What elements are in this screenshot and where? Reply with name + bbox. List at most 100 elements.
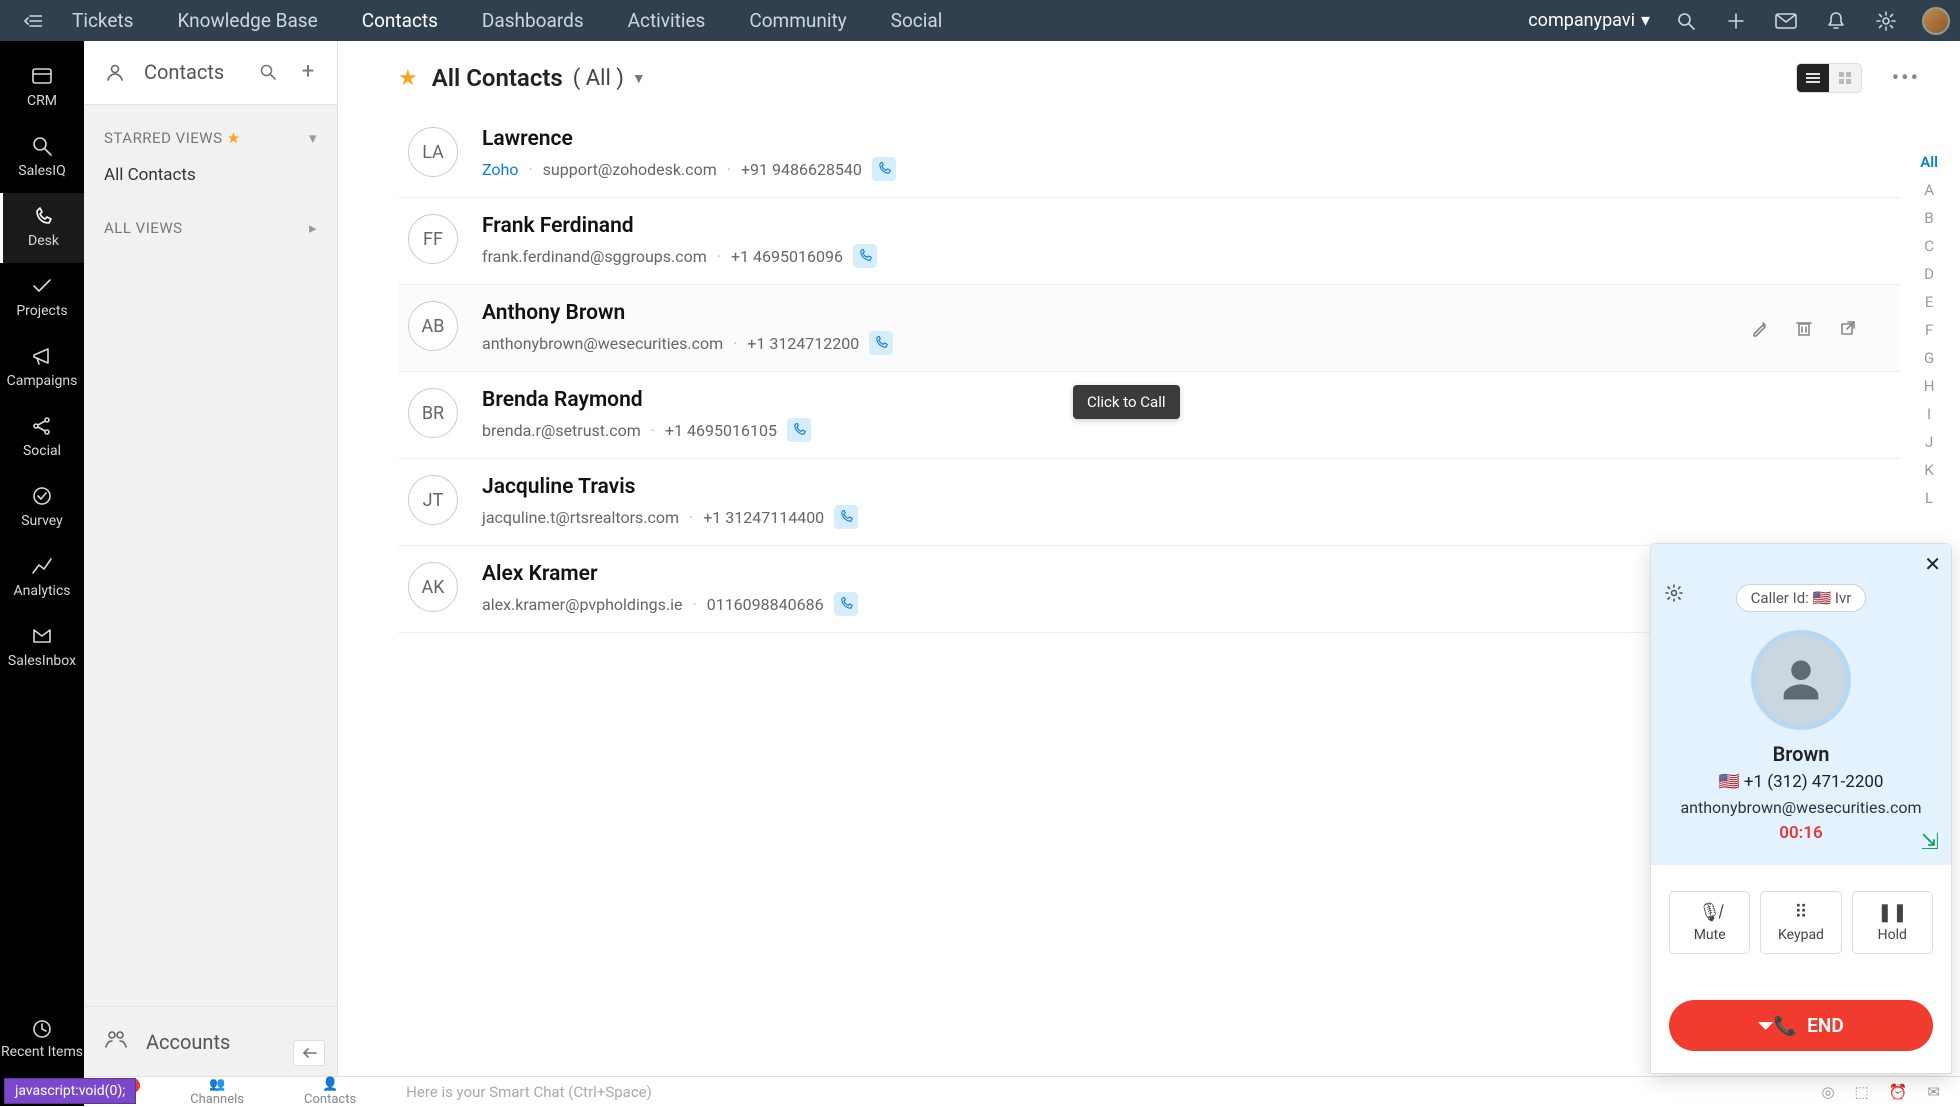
alpha-c[interactable]: C: [1920, 237, 1938, 255]
alpha-i[interactable]: I: [1920, 405, 1938, 423]
grid-view-icon[interactable]: [1829, 64, 1861, 92]
click-to-call-icon[interactable]: [869, 331, 893, 355]
search-icon[interactable]: [1672, 7, 1700, 35]
contact-name[interactable]: Lawrence: [482, 127, 896, 151]
user-avatar[interactable]: [1922, 7, 1950, 35]
contact-name[interactable]: Jacquline Travis: [482, 475, 858, 499]
alpha-l[interactable]: L: [1920, 489, 1938, 507]
alpha-e[interactable]: E: [1920, 293, 1938, 311]
contact-phone: +1 4695016096: [731, 247, 843, 266]
rail-salesinbox[interactable]: SalesInbox: [0, 613, 84, 683]
left-rail: CRM SalesIQ Desk Projects Campaigns Soci…: [0, 41, 84, 1106]
contact-row[interactable]: LA Lawrence Zoho·support@zohodesk.com·+9…: [398, 111, 1900, 198]
list-view-icon[interactable]: [1797, 64, 1829, 92]
rail-social[interactable]: Social: [0, 403, 84, 473]
smart-chat-input[interactable]: Here is your Smart Chat (Ctrl+Space): [386, 1083, 1821, 1101]
call-popup: ✕ Caller Id: 🇺🇸 Ivr Brown 🇺🇸 +1 (312) 47…: [1650, 543, 1952, 1074]
call-close-icon[interactable]: ✕: [1924, 552, 1941, 576]
click-to-call-icon[interactable]: [834, 505, 858, 529]
click-to-call-icon[interactable]: [872, 157, 896, 181]
call-email: anthonybrown@wesecurities.com: [1669, 798, 1933, 817]
rail-desk[interactable]: Desk: [0, 193, 84, 263]
gear-icon[interactable]: [1872, 7, 1900, 35]
topnav-tabs: Tickets Knowledge Base Contacts Dashboar…: [72, 9, 942, 32]
alpha-f[interactable]: F: [1920, 321, 1938, 339]
contact-phone: 0116098840686: [707, 595, 824, 614]
topbar-user[interactable]: companypavi ▾: [1528, 10, 1650, 31]
chatbar-mail-icon[interactable]: ✉: [1927, 1083, 1940, 1101]
tooltip-click-to-call: Click to Call: [1073, 385, 1180, 419]
alpha-g[interactable]: G: [1920, 349, 1938, 367]
chevron-right-icon: ▸: [309, 219, 317, 237]
click-to-call-icon[interactable]: [834, 592, 858, 616]
tab-dashboards[interactable]: Dashboards: [482, 9, 584, 32]
filter-dropdown-icon[interactable]: ▼: [632, 70, 646, 87]
sidebar-all-views[interactable]: ALL VIEWS ▸: [84, 195, 337, 245]
alpha-j[interactable]: J: [1920, 433, 1938, 451]
contact-email: frank.ferdinand@sggroups.com: [482, 247, 707, 266]
tab-knowledgebase[interactable]: Knowledge Base: [177, 9, 317, 32]
add-icon[interactable]: [1722, 7, 1750, 35]
chatbar-clock-icon[interactable]: ⏰: [1889, 1083, 1908, 1101]
alpha-k[interactable]: K: [1920, 461, 1938, 479]
sidebar-search-icon[interactable]: [257, 64, 279, 80]
call-phone: 🇺🇸 +1 (312) 471-2200: [1669, 772, 1933, 792]
delete-icon[interactable]: [1792, 316, 1816, 340]
edit-icon[interactable]: [1748, 316, 1772, 340]
call-keypad-button[interactable]: ⠿Keypad: [1760, 891, 1841, 954]
alpha-all[interactable]: All: [1920, 153, 1938, 171]
topbar-collapse-icon[interactable]: [18, 6, 48, 36]
bell-icon[interactable]: [1822, 7, 1850, 35]
call-settings-icon[interactable]: [1665, 584, 1683, 607]
alpha-h[interactable]: H: [1920, 377, 1938, 395]
sidebar-head-label: Contacts: [144, 60, 239, 84]
contact-name[interactable]: Brenda Raymond: [482, 388, 811, 412]
chatbar-coin-icon[interactable]: ◎: [1821, 1083, 1834, 1101]
contact-avatar: AK: [408, 562, 458, 612]
contact-row[interactable]: FF Frank Ferdinand frank.ferdinand@sggro…: [398, 198, 1900, 285]
topbar-user-label: companypavi: [1528, 10, 1635, 31]
star-icon[interactable]: ★: [398, 66, 418, 91]
contact-name[interactable]: Frank Ferdinand: [482, 214, 877, 238]
contact-company[interactable]: Zoho: [482, 160, 518, 179]
rail-projects[interactable]: Projects: [0, 263, 84, 333]
contact-row[interactable]: AB Anthony Brown anthonybrown@wesecuriti…: [398, 285, 1900, 372]
rail-crm[interactable]: CRM: [0, 53, 84, 123]
rail-campaigns[interactable]: Campaigns: [0, 333, 84, 403]
chatbar-channels[interactable]: 👥Channels: [160, 1077, 274, 1107]
contact-row[interactable]: JT Jacquline Travis jacquline.t@rtsrealt…: [398, 459, 1900, 546]
more-menu-icon[interactable]: •••: [1892, 66, 1920, 91]
rail-salesiq[interactable]: SalesIQ: [0, 123, 84, 193]
sidebar-item-all-contacts[interactable]: All Contacts: [84, 155, 337, 195]
alpha-b[interactable]: B: [1920, 209, 1938, 227]
call-expand-icon[interactable]: ⇲: [1921, 830, 1939, 855]
chevron-down-icon: ▾: [309, 129, 317, 147]
contact-name[interactable]: Anthony Brown: [482, 301, 893, 325]
mail-icon[interactable]: [1772, 7, 1800, 35]
call-end-button[interactable]: ⏷📞 END: [1669, 1000, 1933, 1051]
sidebar-add-icon[interactable]: +: [297, 59, 319, 84]
alpha-d[interactable]: D: [1920, 265, 1938, 283]
sidebar-collapse-button[interactable]: [293, 1040, 325, 1066]
rail-recent-items[interactable]: Recent Items: [0, 1008, 84, 1070]
contact-phone: +1 31247114400: [703, 508, 824, 527]
alpha-a[interactable]: A: [1920, 181, 1938, 199]
contact-email: anthonybrown@wesecurities.com: [482, 334, 723, 353]
tab-activities[interactable]: Activities: [628, 9, 706, 32]
sidebar-starred-views[interactable]: STARRED VIEWS ★ ▾: [84, 105, 337, 155]
accounts-icon: [104, 1029, 128, 1054]
call-hold-button[interactable]: ❚❚Hold: [1852, 891, 1933, 954]
chatbar-contacts[interactable]: 👤Contacts: [274, 1077, 386, 1107]
open-external-icon[interactable]: [1836, 316, 1860, 340]
tab-community[interactable]: Community: [749, 9, 846, 32]
rail-analytics[interactable]: Analytics: [0, 543, 84, 613]
tab-tickets[interactable]: Tickets: [72, 9, 133, 32]
tab-social[interactable]: Social: [891, 9, 943, 32]
click-to-call-icon[interactable]: [853, 244, 877, 268]
tab-contacts[interactable]: Contacts: [362, 9, 438, 32]
chatbar-upload-icon[interactable]: ⬚: [1855, 1083, 1869, 1101]
rail-survey[interactable]: Survey: [0, 473, 84, 543]
contact-name[interactable]: Alex Kramer: [482, 562, 858, 586]
click-to-call-icon[interactable]: [787, 418, 811, 442]
call-mute-button[interactable]: 🎙︎̸Mute: [1669, 891, 1750, 954]
